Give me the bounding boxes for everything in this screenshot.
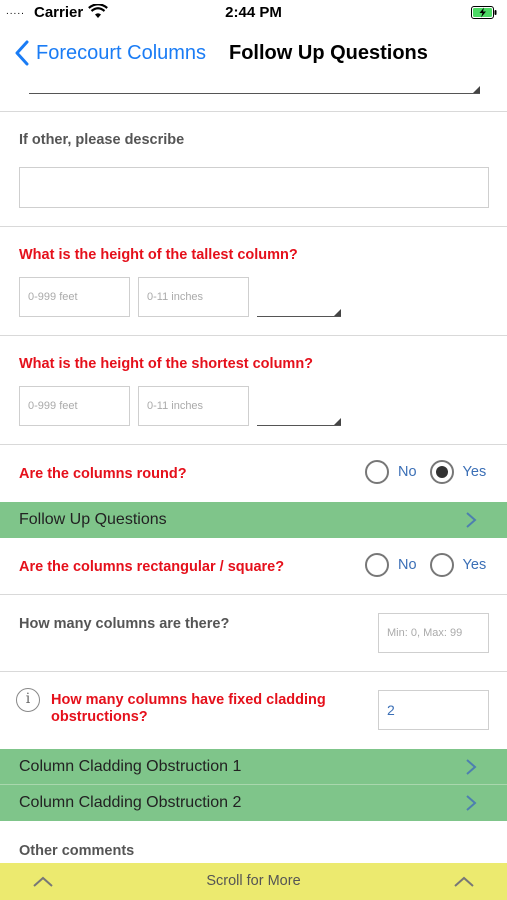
columns-round-row: Are the columns round? No Yes	[0, 445, 507, 502]
other-comments-label: Other comments	[19, 843, 135, 859]
chevron-right-icon	[466, 759, 477, 775]
cladding-count-row: i How many columns have fixed cladding o…	[0, 672, 507, 749]
round-no-radio[interactable]: No	[365, 460, 417, 484]
form-scroll-area[interactable]: If other, please describe What is the he…	[0, 78, 507, 863]
clock: 2:44 PM	[225, 4, 282, 21]
tallest-height-row: What is the height of the tallest column…	[0, 227, 507, 336]
other-describe-label: If other, please describe	[19, 132, 185, 148]
columns-round-label: Are the columns round?	[19, 466, 187, 482]
obstruction-2-label: Column Cladding Obstruction 2	[19, 794, 242, 811]
previous-dropdown-row	[0, 78, 507, 112]
other-describe-input[interactable]	[19, 167, 489, 208]
rectangular-yes-radio[interactable]: Yes	[429, 553, 487, 577]
shortest-height-label: What is the height of the shortest colum…	[19, 356, 314, 372]
tallest-feet-input[interactable]	[19, 277, 130, 317]
obstruction-1-label: Column Cladding Obstruction 1	[19, 758, 242, 775]
shortest-inches-input[interactable]	[138, 386, 249, 426]
shortest-feet-input[interactable]	[19, 386, 130, 426]
chevron-up-icon	[454, 876, 474, 887]
radio-unchecked-icon	[429, 553, 454, 577]
column-count-row: How many columns are there?	[0, 595, 507, 672]
obstruction-row-1[interactable]: Column Cladding Obstruction 1	[0, 749, 507, 785]
previous-dropdown[interactable]	[29, 84, 480, 94]
chevron-right-icon	[466, 795, 477, 811]
column-count-input[interactable]	[378, 613, 489, 653]
shortest-height-row: What is the height of the shortest colum…	[0, 336, 507, 445]
column-count-label: How many columns are there?	[19, 616, 230, 632]
back-button[interactable]: Forecourt Columns	[14, 38, 206, 68]
cladding-count-label: How many columns have fixed cladding obs…	[51, 692, 326, 725]
tallest-inches-input[interactable]	[138, 277, 249, 317]
rectangular-no-radio[interactable]: No	[365, 553, 417, 577]
follow-up-questions-label: Follow Up Questions	[19, 511, 167, 528]
status-bar: ..... Carrier 2:44 PM	[0, 0, 507, 26]
columns-rectangular-options: No Yes	[365, 553, 486, 577]
round-yes-radio[interactable]: Yes	[429, 460, 487, 484]
page-title: Follow Up Questions	[229, 42, 428, 64]
rectangular-no-label: No	[398, 557, 417, 573]
back-button-label: Forecourt Columns	[36, 41, 207, 64]
info-icon[interactable]: i	[16, 688, 40, 712]
tallest-unit-dropdown[interactable]	[257, 307, 341, 317]
navigation-bar: Forecourt Columns Follow Up Questions	[0, 28, 507, 78]
scroll-for-more-bar[interactable]: Scroll for More	[0, 863, 507, 900]
follow-up-questions-row[interactable]: Follow Up Questions	[0, 502, 507, 538]
shortest-unit-dropdown[interactable]	[257, 416, 341, 426]
columns-round-options: No Yes	[365, 460, 486, 484]
columns-rectangular-row: Are the columns rectangular / square? No…	[0, 538, 507, 595]
chevron-right-icon	[466, 512, 477, 528]
tallest-height-label: What is the height of the tallest column…	[19, 247, 298, 263]
cladding-count-input[interactable]	[378, 690, 489, 730]
obstruction-row-2[interactable]: Column Cladding Obstruction 2	[0, 785, 507, 821]
radio-checked-icon	[429, 460, 454, 484]
rectangular-yes-label: Yes	[462, 557, 487, 573]
scroll-for-more-label: Scroll for More	[206, 873, 301, 889]
other-describe-row: If other, please describe	[0, 112, 507, 227]
radio-unchecked-icon	[365, 460, 389, 484]
chevron-left-icon	[15, 40, 29, 66]
battery-charging-icon	[471, 6, 497, 19]
columns-rectangular-label: Are the columns rectangular / square?	[19, 559, 285, 575]
round-yes-label: Yes	[462, 464, 487, 480]
round-no-label: No	[398, 464, 417, 480]
radio-unchecked-icon	[365, 553, 389, 577]
